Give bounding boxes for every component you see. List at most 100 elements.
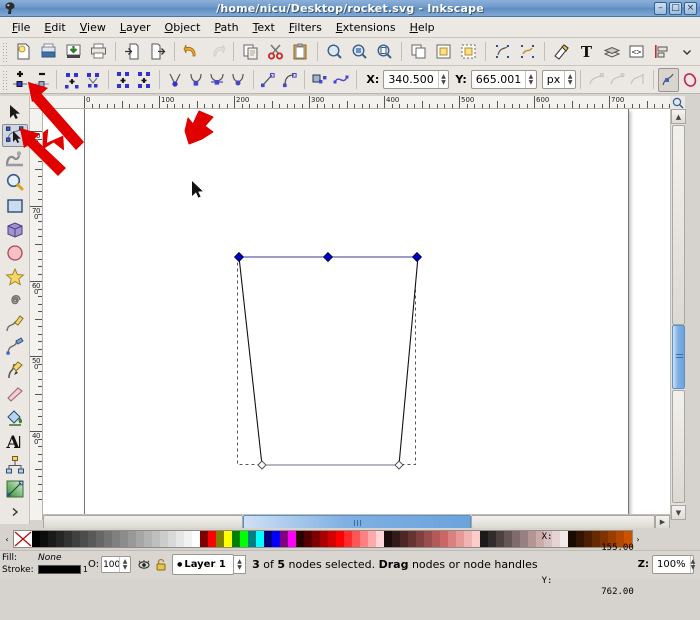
zoom-field[interactable]: 100% ▲ ▼ — [652, 555, 695, 574]
vertical-ruler[interactable]: 800 700 600 500 400 — [30, 109, 43, 520]
export-icon[interactable] — [145, 40, 170, 64]
palette-swatch[interactable] — [248, 531, 256, 547]
palette-swatch[interactable] — [224, 531, 232, 547]
pencil-tool[interactable] — [2, 312, 28, 336]
eraser-tool[interactable] — [2, 383, 28, 407]
palette-swatch[interactable] — [400, 531, 408, 547]
node-symmetric-icon[interactable] — [206, 68, 227, 92]
scroll-right-button[interactable]: ▶ — [655, 515, 670, 529]
palette-swatch[interactable] — [72, 531, 80, 547]
palette-swatch[interactable] — [392, 531, 400, 547]
node-auto-icon[interactable] — [228, 68, 249, 92]
palette-swatch[interactable] — [160, 531, 168, 547]
y-spinner[interactable]: ▲ ▼ — [525, 71, 536, 88]
palette-scroll-left-button[interactable]: ‹ — [2, 530, 12, 548]
xml-editor-icon[interactable]: <> — [624, 40, 649, 64]
scroll-up-button[interactable]: ▲ — [671, 109, 686, 124]
zoom-corner-button[interactable] — [670, 96, 685, 109]
edit-mask-icon[interactable] — [679, 68, 700, 92]
star-tool[interactable] — [2, 265, 28, 289]
palette-swatch[interactable] — [136, 531, 144, 547]
copy-icon[interactable] — [238, 40, 263, 64]
gradient-tool[interactable] — [2, 477, 28, 501]
palette-swatch[interactable] — [152, 531, 160, 547]
vertical-scrollbar[interactable]: ▲ ▼ — [670, 109, 686, 520]
vertical-scroll-track-upper[interactable] — [672, 125, 685, 325]
duplicate-icon[interactable] — [406, 40, 431, 64]
palette-swatch[interactable] — [376, 531, 384, 547]
y-coordinate-field[interactable]: 665.001 ▲ ▼ — [470, 70, 537, 89]
segment-curve-icon[interactable] — [279, 68, 300, 92]
delete-node-icon[interactable] — [31, 68, 52, 92]
palette-swatch[interactable] — [360, 531, 368, 547]
print-document-icon[interactable] — [86, 40, 111, 64]
x-spinner[interactable]: ▲ ▼ — [437, 71, 449, 88]
connector-tool[interactable] — [2, 453, 28, 477]
palette-swatch[interactable] — [176, 531, 184, 547]
zoom-page-icon[interactable] — [372, 40, 397, 64]
palette-swatch[interactable] — [88, 531, 96, 547]
menu-view[interactable]: View — [73, 19, 113, 36]
rectangle-tool[interactable] — [2, 194, 28, 218]
x-coordinate-field[interactable]: 340.500 ▲ ▼ — [383, 70, 450, 89]
palette-swatch[interactable] — [184, 531, 192, 547]
import-icon[interactable] — [120, 40, 145, 64]
scroll-down-button[interactable]: ▼ — [671, 505, 686, 520]
close-button[interactable]: × — [684, 2, 697, 15]
zoom-selection-icon[interactable] — [322, 40, 347, 64]
palette-swatch[interactable] — [448, 531, 456, 547]
palette-swatch[interactable] — [112, 531, 120, 547]
bezier-tool[interactable] — [2, 336, 28, 360]
palette-swatch[interactable] — [144, 531, 152, 547]
palette-swatch[interactable] — [456, 531, 464, 547]
palette-swatch[interactable] — [104, 531, 112, 547]
palette-swatch[interactable] — [368, 531, 376, 547]
palette-swatch[interactable] — [264, 531, 272, 547]
join-segment-icon[interactable] — [113, 68, 134, 92]
palette-swatch[interactable] — [472, 531, 480, 547]
menu-edit[interactable]: Edit — [37, 19, 72, 36]
vertical-scroll-thumb[interactable] — [672, 325, 685, 389]
palette-swatch[interactable] — [56, 531, 64, 547]
fill-stroke-icon[interactable] — [549, 40, 574, 64]
palette-swatch[interactable] — [304, 531, 312, 547]
opacity-spinner[interactable]: ▲ ▼ — [119, 557, 130, 572]
palette-swatch[interactable] — [440, 531, 448, 547]
palette-swatch[interactable] — [336, 531, 344, 547]
stroke-to-path-icon[interactable] — [330, 68, 351, 92]
node-smooth-icon[interactable] — [185, 68, 206, 92]
palette-swatch[interactable] — [256, 531, 264, 547]
insert-node-icon[interactable] — [10, 68, 31, 92]
palette-swatch[interactable] — [40, 531, 48, 547]
menu-path[interactable]: Path — [207, 19, 245, 36]
palette-swatch[interactable] — [296, 531, 304, 547]
palette-swatch[interactable] — [288, 531, 296, 547]
group-icon[interactable] — [431, 40, 456, 64]
palette-swatch[interactable] — [512, 531, 520, 547]
palette-swatch[interactable] — [168, 531, 176, 547]
paintbucket-tool[interactable] — [2, 406, 28, 430]
calligraphy-tool[interactable] — [2, 359, 28, 383]
palette-swatch[interactable] — [408, 531, 416, 547]
none-swatch[interactable] — [14, 531, 32, 547]
horizontal-scroll-track-left[interactable] — [43, 515, 243, 529]
text-properties-icon[interactable]: T — [574, 40, 599, 64]
palette-swatch[interactable] — [312, 531, 320, 547]
minimize-button[interactable]: – — [654, 2, 667, 15]
show-bezier-handles-icon[interactable] — [606, 68, 627, 92]
palette-swatch[interactable] — [240, 531, 248, 547]
paste-icon[interactable] — [288, 40, 313, 64]
layer-selector[interactable]: ● Layer 1 — [172, 554, 235, 575]
show-path-outline-icon[interactable] — [628, 68, 649, 92]
ungroup-icon[interactable] — [456, 40, 481, 64]
undo-icon[interactable] — [179, 40, 204, 64]
visibility-eye-icon[interactable] — [137, 559, 151, 571]
show-transform-handles-icon[interactable] — [585, 68, 606, 92]
palette-swatch[interactable] — [200, 531, 208, 547]
palette-swatch[interactable] — [232, 531, 240, 547]
palette-swatch[interactable] — [320, 531, 328, 547]
layer-spinner[interactable]: ▲ ▼ — [234, 555, 247, 574]
rocket-body-trapezoid[interactable] — [238, 256, 419, 466]
stroke-color-swatch[interactable] — [37, 565, 81, 574]
palette-swatch[interactable] — [520, 531, 528, 547]
